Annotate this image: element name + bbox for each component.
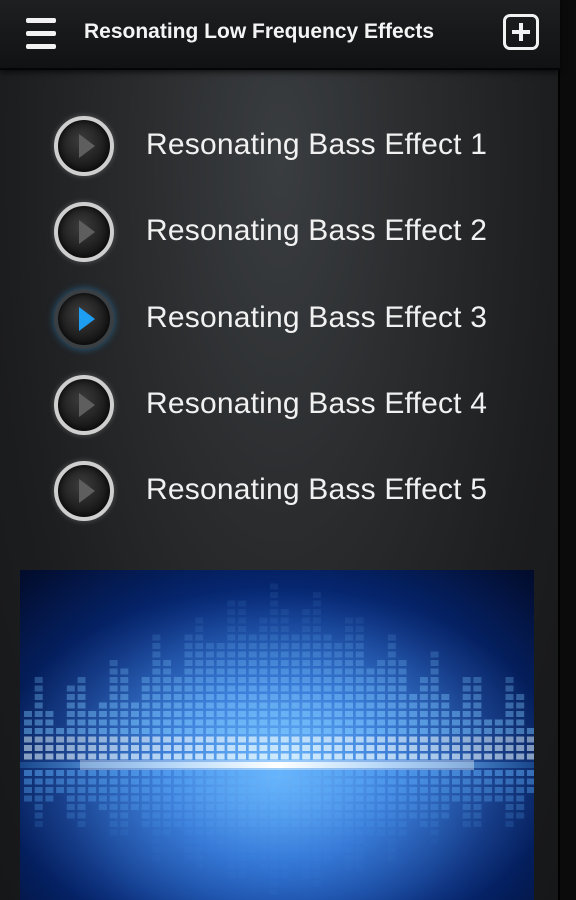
menu-bar: [26, 44, 56, 49]
add-icon[interactable]: [503, 14, 539, 50]
screen-edge: [560, 0, 576, 900]
track-item-4[interactable]: Resonating Bass Effect 4: [40, 367, 540, 447]
plus-vertical: [519, 23, 523, 41]
track-item-3[interactable]: Resonating Bass Effect 3: [40, 281, 540, 361]
track-label: Resonating Bass Effect 2: [146, 214, 488, 247]
track-label: Resonating Bass Effect 3: [146, 301, 488, 334]
play-icon[interactable]: [54, 202, 114, 262]
menu-bar: [26, 31, 56, 36]
hamburger-menu-icon[interactable]: [18, 12, 62, 56]
app-header: Resonating Low Frequency Effects: [0, 0, 560, 70]
equalizer-banner-image: [20, 570, 534, 900]
play-icon[interactable]: [54, 375, 114, 435]
track-item-5[interactable]: Resonating Bass Effect 5: [40, 453, 540, 533]
play-icon[interactable]: [54, 461, 114, 521]
equalizer-graphic: [20, 570, 534, 900]
track-item-1[interactable]: Resonating Bass Effect 1: [40, 108, 540, 188]
track-label: Resonating Bass Effect 5: [146, 473, 488, 506]
play-icon-active[interactable]: [54, 289, 114, 349]
track-label: Resonating Bass Effect 4: [146, 387, 488, 420]
track-label: Resonating Bass Effect 1: [146, 128, 488, 161]
track-item-2[interactable]: Resonating Bass Effect 2: [40, 194, 540, 274]
page-title: Resonating Low Frequency Effects: [84, 20, 435, 43]
play-icon[interactable]: [54, 116, 114, 176]
menu-bar: [26, 18, 56, 23]
